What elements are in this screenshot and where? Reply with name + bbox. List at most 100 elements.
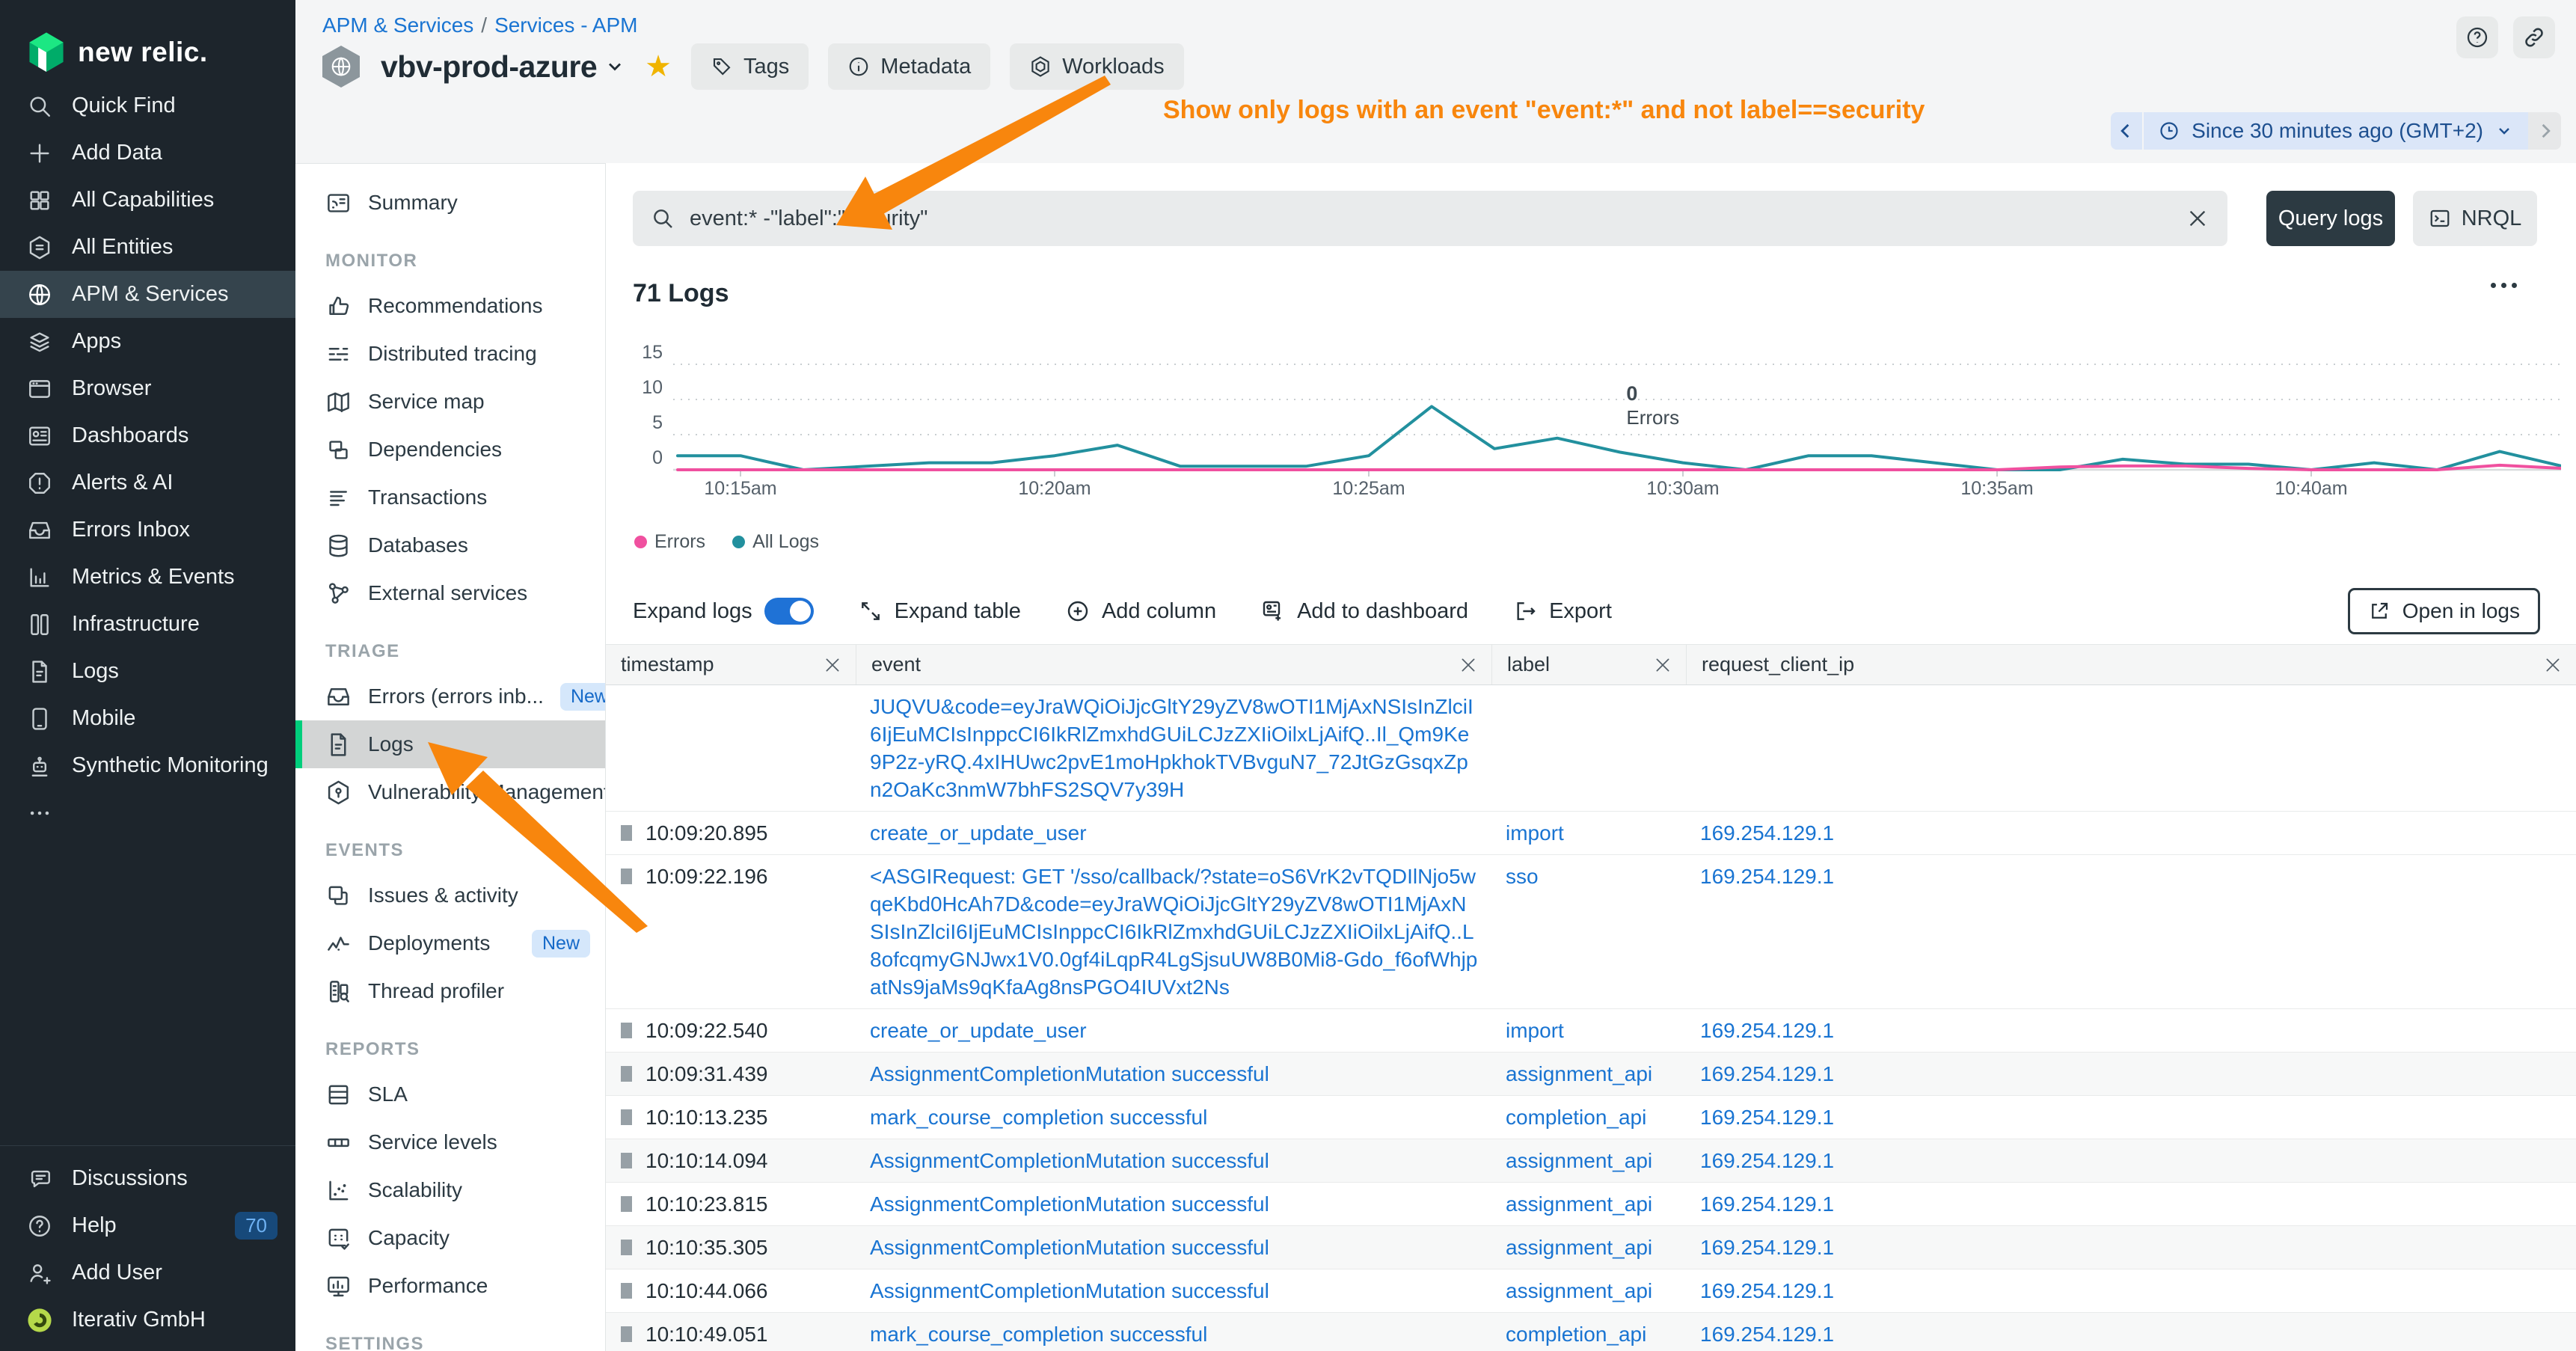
- sidebar-item-errors-inbox[interactable]: Errors Inbox: [0, 506, 295, 554]
- cell-label[interactable]: import: [1492, 812, 1687, 854]
- cell-request-client-ip[interactable]: 169.254.129.1: [1687, 1009, 2576, 1052]
- cell-request-client-ip[interactable]: 169.254.129.1: [1687, 1053, 2576, 1095]
- table-row[interactable]: 10:10:49.051mark_course_completion succe…: [606, 1313, 2576, 1351]
- sidebar-item-iterativ-gmbh[interactable]: Iterativ GmbH: [0, 1296, 295, 1344]
- breadcrumb-link-apm[interactable]: APM & Services: [322, 13, 473, 37]
- cell-request-client-ip[interactable]: 169.254.129.1: [1687, 1269, 2576, 1312]
- table-row[interactable]: 10:10:13.235mark_course_completion succe…: [606, 1096, 2576, 1139]
- column-header-event[interactable]: event: [856, 645, 1492, 684]
- remove-column-icon[interactable]: [2543, 655, 2563, 675]
- cell-request-client-ip[interactable]: 169.254.129.1: [1687, 855, 2576, 1008]
- cell-label[interactable]: assignment_api: [1492, 1139, 1687, 1182]
- table-row[interactable]: 10:09:22.196<ASGIRequest: GET '/sso/call…: [606, 855, 2576, 1009]
- cell-label[interactable]: sso: [1492, 855, 1687, 1008]
- row-marker[interactable]: [621, 1196, 632, 1212]
- cell-event[interactable]: AssignmentCompletionMutation successful: [856, 1183, 1492, 1225]
- cell-label[interactable]: completion_api: [1492, 1313, 1687, 1351]
- entity-name[interactable]: vbv-prod-azure: [381, 49, 597, 85]
- sidebar-item-apm-services[interactable]: APM & Services: [0, 271, 295, 318]
- sidebar-item-help[interactable]: Help70: [0, 1202, 295, 1249]
- subnav-item-recommendations[interactable]: Recommendations: [295, 282, 605, 330]
- cell-request-client-ip[interactable]: 169.254.129.1: [1687, 1096, 2576, 1139]
- sidebar-item-infrastructure[interactable]: Infrastructure: [0, 601, 295, 648]
- export-button[interactable]: Export: [1513, 599, 1612, 624]
- cell-request-client-ip[interactable]: 169.254.129.1: [1687, 1226, 2576, 1269]
- subnav-item-deployments[interactable]: DeploymentsNew: [295, 919, 605, 967]
- table-row[interactable]: 10:09:31.439AssignmentCompletionMutation…: [606, 1053, 2576, 1096]
- subnav-item-service-levels[interactable]: Service levels: [295, 1118, 605, 1166]
- cell-label[interactable]: assignment_api: [1492, 1053, 1687, 1095]
- cell-event[interactable]: AssignmentCompletionMutation successful: [856, 1139, 1492, 1182]
- table-row[interactable]: 10:10:44.066AssignmentCompletionMutation…: [606, 1269, 2576, 1313]
- time-picker-dropdown[interactable]: Since 30 minutes ago (GMT+2): [2144, 112, 2528, 150]
- sidebar-item-add-data[interactable]: Add Data: [0, 129, 295, 177]
- remove-column-icon[interactable]: [823, 655, 842, 675]
- column-header-timestamp[interactable]: timestamp: [606, 645, 856, 684]
- favorite-star-icon[interactable]: ★: [645, 49, 672, 84]
- cell-event[interactable]: <ASGIRequest: GET '/sso/callback/?state=…: [856, 855, 1492, 1008]
- subnav-item-service-map[interactable]: Service map: [295, 378, 605, 426]
- row-marker[interactable]: [621, 1109, 632, 1125]
- row-marker[interactable]: [621, 868, 632, 884]
- table-row[interactable]: 10:09:22.540create_or_update_userimport1…: [606, 1009, 2576, 1053]
- breadcrumb-link-services[interactable]: Services - APM: [494, 13, 637, 37]
- row-marker[interactable]: [621, 1240, 632, 1255]
- subnav-item-issues-activity[interactable]: Issues & activity: [295, 871, 605, 919]
- legend-item-errors[interactable]: Errors: [634, 531, 705, 553]
- table-row[interactable]: 10:09:20.895create_or_update_userimport1…: [606, 812, 2576, 855]
- cell-event[interactable]: create_or_update_user: [856, 1009, 1492, 1052]
- table-row[interactable]: JUQVU&code=eyJraWQiOiJjcGltY29yZV8wOTI1M…: [606, 685, 2576, 812]
- log-query-input[interactable]: [690, 206, 2171, 231]
- cell-event[interactable]: AssignmentCompletionMutation successful: [856, 1226, 1492, 1269]
- nrql-button[interactable]: NRQL: [2413, 191, 2537, 246]
- subnav-item-performance[interactable]: Performance: [295, 1262, 605, 1310]
- subnav-item-scalability[interactable]: Scalability: [295, 1166, 605, 1214]
- expand-table-button[interactable]: Expand table: [859, 599, 1021, 624]
- sidebar-item-apps[interactable]: Apps: [0, 318, 295, 365]
- row-marker[interactable]: [621, 1023, 632, 1038]
- new-relic-logo[interactable]: new relic.: [0, 0, 295, 82]
- cell-event[interactable]: JUQVU&code=eyJraWQiOiJjcGltY29yZV8wOTI1M…: [856, 685, 1492, 811]
- row-marker[interactable]: [621, 1283, 632, 1299]
- remove-column-icon[interactable]: [1459, 655, 1478, 675]
- cell-label[interactable]: import: [1492, 1009, 1687, 1052]
- sidebar-item-dashboards[interactable]: Dashboards: [0, 412, 295, 459]
- sidebar-item-browser[interactable]: Browser: [0, 365, 295, 412]
- cell-label[interactable]: [1492, 685, 1687, 811]
- time-picker-prev-button[interactable]: [2111, 112, 2144, 150]
- cell-label[interactable]: assignment_api: [1492, 1269, 1687, 1312]
- sidebar-item-synthetic-monitoring[interactable]: Synthetic Monitoring: [0, 742, 295, 789]
- add-column-button[interactable]: Add column: [1066, 599, 1216, 624]
- tags-button[interactable]: Tags: [691, 43, 809, 90]
- row-marker[interactable]: [621, 1153, 632, 1168]
- workloads-button[interactable]: Workloads: [1010, 43, 1183, 90]
- subnav-item-transactions[interactable]: Transactions: [295, 474, 605, 521]
- metadata-button[interactable]: Metadata: [828, 43, 990, 90]
- legend-item-all-logs[interactable]: All Logs: [732, 531, 819, 553]
- sidebar-item-more[interactable]: [0, 789, 295, 836]
- row-marker[interactable]: [621, 1066, 632, 1082]
- sidebar-item-discussions[interactable]: Discussions: [0, 1155, 295, 1202]
- subnav-item-capacity[interactable]: Capacity: [295, 1214, 605, 1262]
- cell-request-client-ip[interactable]: 169.254.129.1: [1687, 1313, 2576, 1351]
- cell-label[interactable]: assignment_api: [1492, 1226, 1687, 1269]
- subnav-item-vulnerability-management[interactable]: Vulnerability Management: [295, 768, 605, 816]
- permalink-button[interactable]: [2513, 16, 2555, 58]
- cell-event[interactable]: AssignmentCompletionMutation successful: [856, 1053, 1492, 1095]
- cell-label[interactable]: assignment_api: [1492, 1183, 1687, 1225]
- subnav-item-sla[interactable]: SLA: [295, 1070, 605, 1118]
- sidebar-item-add-user[interactable]: Add User: [0, 1249, 295, 1296]
- cell-event[interactable]: create_or_update_user: [856, 812, 1492, 854]
- cell-request-client-ip[interactable]: 169.254.129.1: [1687, 812, 2576, 854]
- time-picker-next-button[interactable]: [2528, 112, 2561, 150]
- sidebar-item-mobile[interactable]: Mobile: [0, 695, 295, 742]
- sidebar-item-all-capabilities[interactable]: All Capabilities: [0, 177, 295, 224]
- subnav-item-databases[interactable]: Databases: [295, 521, 605, 569]
- row-marker[interactable]: [621, 825, 632, 841]
- sidebar-item-metrics-events[interactable]: Metrics & Events: [0, 554, 295, 601]
- column-header-label[interactable]: label: [1492, 645, 1687, 684]
- expand-logs-toggle[interactable]: Expand logs: [633, 598, 814, 625]
- add-to-dashboard-button[interactable]: Add to dashboard: [1261, 599, 1468, 624]
- cell-event[interactable]: mark_course_completion successful: [856, 1096, 1492, 1139]
- more-menu-icon[interactable]: [2491, 283, 2517, 288]
